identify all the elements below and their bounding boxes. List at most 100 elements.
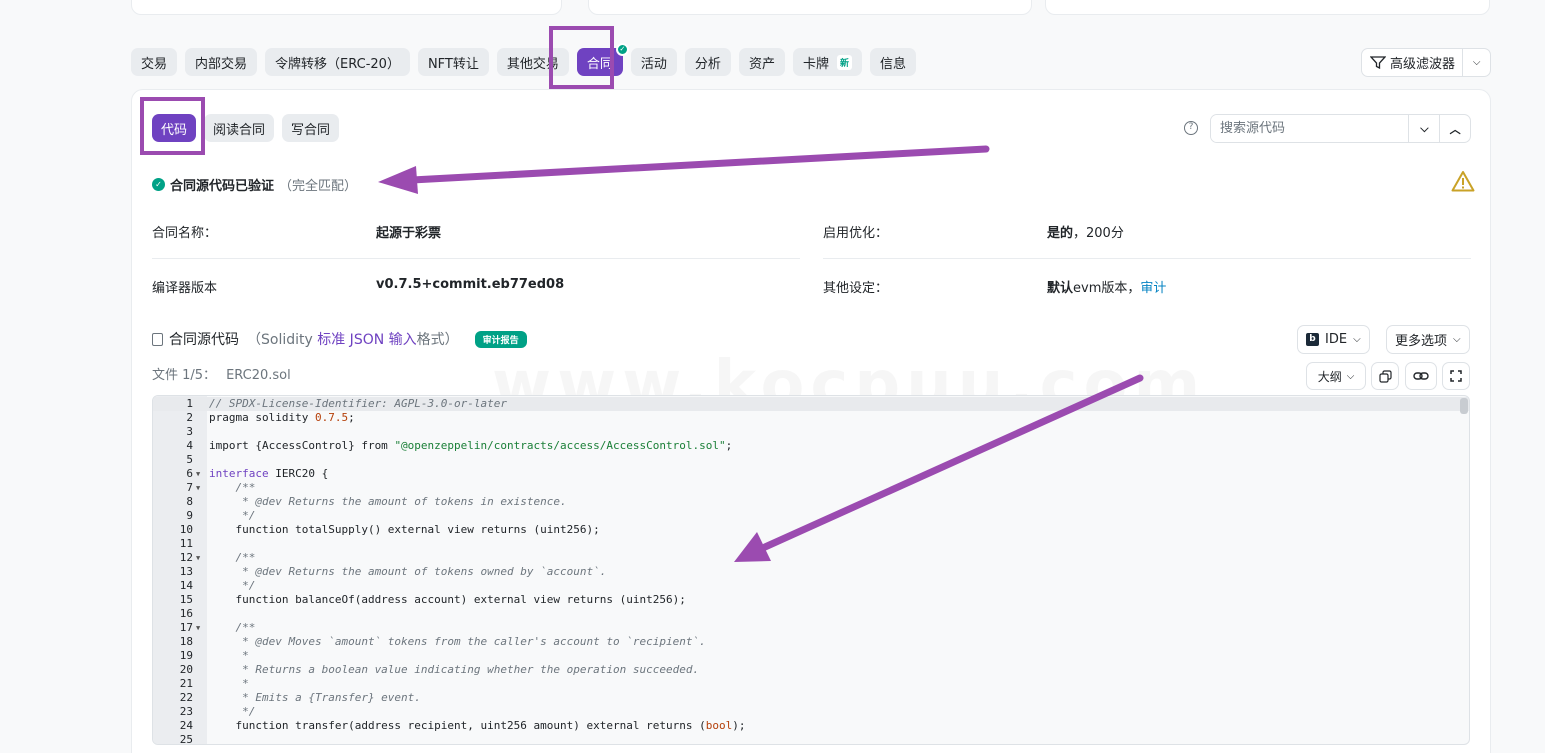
tab-label: 令牌转移（ERC-20）: [275, 56, 400, 72]
ide-button[interactable]: b IDE ⌵: [1297, 325, 1370, 354]
audit-link[interactable]: 审计: [1140, 281, 1166, 296]
tab-transactions[interactable]: 交易: [131, 48, 178, 76]
file-name: ERC20.sol: [226, 368, 291, 383]
other-value-bold: 默认: [1047, 281, 1074, 296]
code-text: /**: [209, 551, 256, 564]
line-number: 4: [186, 439, 193, 452]
line-number: 20: [179, 663, 193, 676]
code-line: 15 function balanceOf(address account) e…: [153, 593, 1469, 607]
advanced-filter-main[interactable]: 高级滤波器: [1362, 53, 1462, 72]
line-number: 21: [179, 677, 193, 690]
optimization-value-rest: ，200分: [1073, 226, 1124, 241]
copy-icon: [1378, 369, 1392, 383]
chevron-down-icon: ⌵: [1353, 334, 1361, 345]
code-text: */: [209, 705, 256, 718]
chevron-down-icon: ⌵: [1453, 334, 1461, 345]
tab-other-transactions[interactable]: 其他交易: [496, 48, 569, 76]
code-text: pragma solidity 0.7.5;: [209, 411, 355, 424]
source-code-header: 合同源代码 （Solidity 标准 JSON 输入格式） 审计报告: [152, 329, 527, 349]
code-editor[interactable]: 1 // SPDX-License-Identifier: AGPL-3.0-or…: [152, 395, 1470, 745]
outline-button[interactable]: 大纲 ⌵: [1306, 362, 1366, 390]
new-badge: 新: [836, 54, 852, 70]
source-search-input[interactable]: [1211, 115, 1409, 142]
tab-events[interactable]: 活动: [630, 48, 677, 76]
line-number: 24: [179, 719, 193, 732]
scrollbar-thumb[interactable]: [1460, 398, 1468, 414]
code-line: 9 */: [153, 509, 1469, 523]
fold-toggle-icon[interactable]: ▼: [196, 481, 200, 495]
code-line: 1 // SPDX-License-Identifier: AGPL-3.0-or…: [153, 397, 1469, 411]
tab-assets[interactable]: 资产: [738, 48, 785, 76]
tab-label: 信息: [879, 56, 906, 72]
code-text: function totalSupply() external view ret…: [209, 523, 600, 536]
tab-label: 交易: [141, 56, 168, 72]
code-text: function balanceOf(address account) exte…: [209, 593, 686, 606]
code-line: 10 function totalSupply() external view …: [153, 523, 1469, 537]
tab-cards[interactable]: 卡牌新: [792, 48, 862, 76]
tab-label: 其他交易: [506, 56, 559, 72]
code-text: // SPDX-License-Identifier: AGPL-3.0-or-…: [209, 397, 508, 410]
code-text: */: [209, 509, 256, 522]
line-number: 14: [179, 579, 193, 592]
code-line: 24 function transfer(address recipient, …: [153, 719, 1469, 733]
fold-toggle-icon[interactable]: ▼: [196, 621, 200, 635]
verified-check-icon: ✓: [615, 43, 629, 56]
subtab-read-contract[interactable]: 阅读合同: [204, 114, 275, 142]
copy-button[interactable]: [1371, 362, 1399, 390]
code-line: 19 *: [153, 649, 1469, 663]
code-text: *: [209, 649, 249, 662]
subtab-write-contract[interactable]: 写合同: [282, 114, 340, 142]
tab-label: 资产: [748, 56, 775, 72]
divider: [823, 258, 1471, 259]
code-text: * @dev Returns the amount of tokens owne…: [209, 565, 607, 578]
other-settings-label: 其他设定：: [823, 281, 889, 296]
file-code-icon: [152, 332, 163, 346]
line-number: 18: [179, 635, 193, 648]
filter-icon: [1370, 56, 1386, 69]
code-line: 25: [153, 733, 1469, 745]
line-number: 15: [179, 593, 193, 606]
tab-internal-transactions[interactable]: 内部交易: [185, 48, 258, 76]
link-button[interactable]: [1405, 362, 1437, 390]
line-number: 2: [186, 411, 193, 424]
code-text: /**: [209, 621, 256, 634]
audit-report-badge[interactable]: 审计报告: [474, 330, 527, 348]
link-icon: [1413, 372, 1429, 380]
tab-info[interactable]: 信息: [869, 48, 916, 76]
tab-nft-transfers[interactable]: NFT转让: [417, 48, 489, 76]
other-value-rest: evm版本，: [1073, 281, 1141, 296]
contract-name-value: 起源于彩票: [376, 226, 442, 241]
compiler-label: 编译器版本: [152, 281, 218, 296]
compiler-value: v0.7.5+commit.eb77ed08: [376, 277, 565, 292]
source-format-close: 格式）: [416, 332, 459, 348]
more-options-button[interactable]: 更多选项 ⌵: [1386, 325, 1470, 354]
chevron-down-icon[interactable]: ⌵: [1462, 49, 1490, 76]
line-number: 5: [186, 453, 193, 466]
fullscreen-button[interactable]: [1442, 362, 1470, 390]
fold-toggle-icon[interactable]: ▼: [196, 551, 200, 565]
advanced-filter-button[interactable]: 高级滤波器 ⌵: [1361, 48, 1491, 77]
verified-subtitle: （完全匹配）: [279, 179, 358, 194]
source-format-open: （Solidity: [247, 332, 318, 348]
tab-token-transfers[interactable]: 令牌转移（ERC-20）: [265, 48, 410, 76]
source-search: ⌵ ︿: [1210, 114, 1471, 143]
chevron-up-icon[interactable]: ︿: [1439, 115, 1470, 142]
line-number: 1: [186, 397, 193, 410]
line-number: 6: [186, 467, 193, 480]
standard-json-link[interactable]: 标准 JSON 输入: [317, 332, 416, 348]
warning-icon[interactable]: [1451, 170, 1475, 192]
line-number: 25: [179, 733, 193, 745]
subtab-label: 写合同: [291, 122, 331, 138]
code-line: 3: [153, 425, 1469, 439]
blockscan-logo-icon: b: [1306, 333, 1319, 346]
code-line: 21 *: [153, 677, 1469, 691]
subtab-code[interactable]: 代码: [152, 114, 197, 142]
tab-analytics[interactable]: 分析: [684, 48, 731, 76]
fold-toggle-icon[interactable]: ▼: [196, 467, 200, 481]
tab-contract[interactable]: 合同 ✓: [576, 43, 629, 76]
top-card-3: [1045, 0, 1490, 15]
tab-label: 活动: [640, 56, 667, 72]
chevron-down-icon[interactable]: ⌵: [1408, 115, 1439, 142]
help-icon[interactable]: ?: [1184, 121, 1198, 135]
line-number: 9: [186, 509, 193, 522]
